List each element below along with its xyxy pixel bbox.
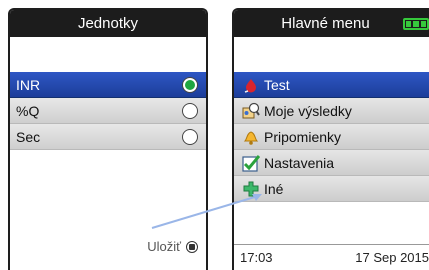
menu-item-reminders[interactable]: Pripomienky [234,124,429,150]
unit-option-label: %Q [16,102,40,119]
clock-time: 17:03 [240,250,273,265]
settings-check-icon [242,154,260,172]
menu-item-settings[interactable]: Nastavenia [234,150,429,176]
unit-option-label: INR [16,76,41,93]
screen-title: Hlavné menu [281,15,370,32]
save-label: Uložiť [147,239,181,254]
radio-unchecked-icon[interactable] [182,128,198,145]
radio-unchecked-icon[interactable] [182,102,198,119]
menu-item-label: Pripomienky [264,128,342,145]
title-bar: Hlavné menu [234,10,429,37]
menu-item-label: Iné [264,180,284,197]
test-drop-icon [242,76,260,94]
status-footer: 17:03 17 Sep 2015 [234,244,429,270]
title-bar: Jednotky [10,10,206,37]
unit-option-q[interactable]: %Q [10,98,206,124]
units-screen: Jednotky INR %Q Sec Uložiť [8,8,208,270]
menu-item-test[interactable]: Test [234,72,429,98]
reminder-bell-icon [242,128,260,146]
menu-item-other[interactable]: Iné [234,176,429,202]
clock-date: 17 Sep 2015 [355,250,429,265]
main-menu-screen: Hlavné menu Test Moje výsledky Pripomien… [232,8,429,270]
menu-item-label: Nastavenia [264,154,335,171]
menu-item-label: Test [264,76,290,93]
radio-checked-icon[interactable] [182,76,198,93]
main-menu-list: Test Moje výsledky Pripomienky Nastaveni… [234,72,429,202]
unit-option-inr[interactable]: INR [10,72,206,98]
units-list: INR %Q Sec [10,72,206,150]
unit-option-label: Sec [16,128,41,145]
stop-button-icon [186,240,198,253]
unit-option-sec[interactable]: Sec [10,124,206,150]
other-puzzle-icon [242,180,260,198]
screen-title: Jednotky [77,15,139,32]
battery-icon [403,18,429,30]
save-button[interactable]: Uložiť [147,239,198,254]
menu-item-label: Moje výsledky [264,102,352,119]
results-icon [242,102,260,120]
menu-item-my-results[interactable]: Moje výsledky [234,98,429,124]
